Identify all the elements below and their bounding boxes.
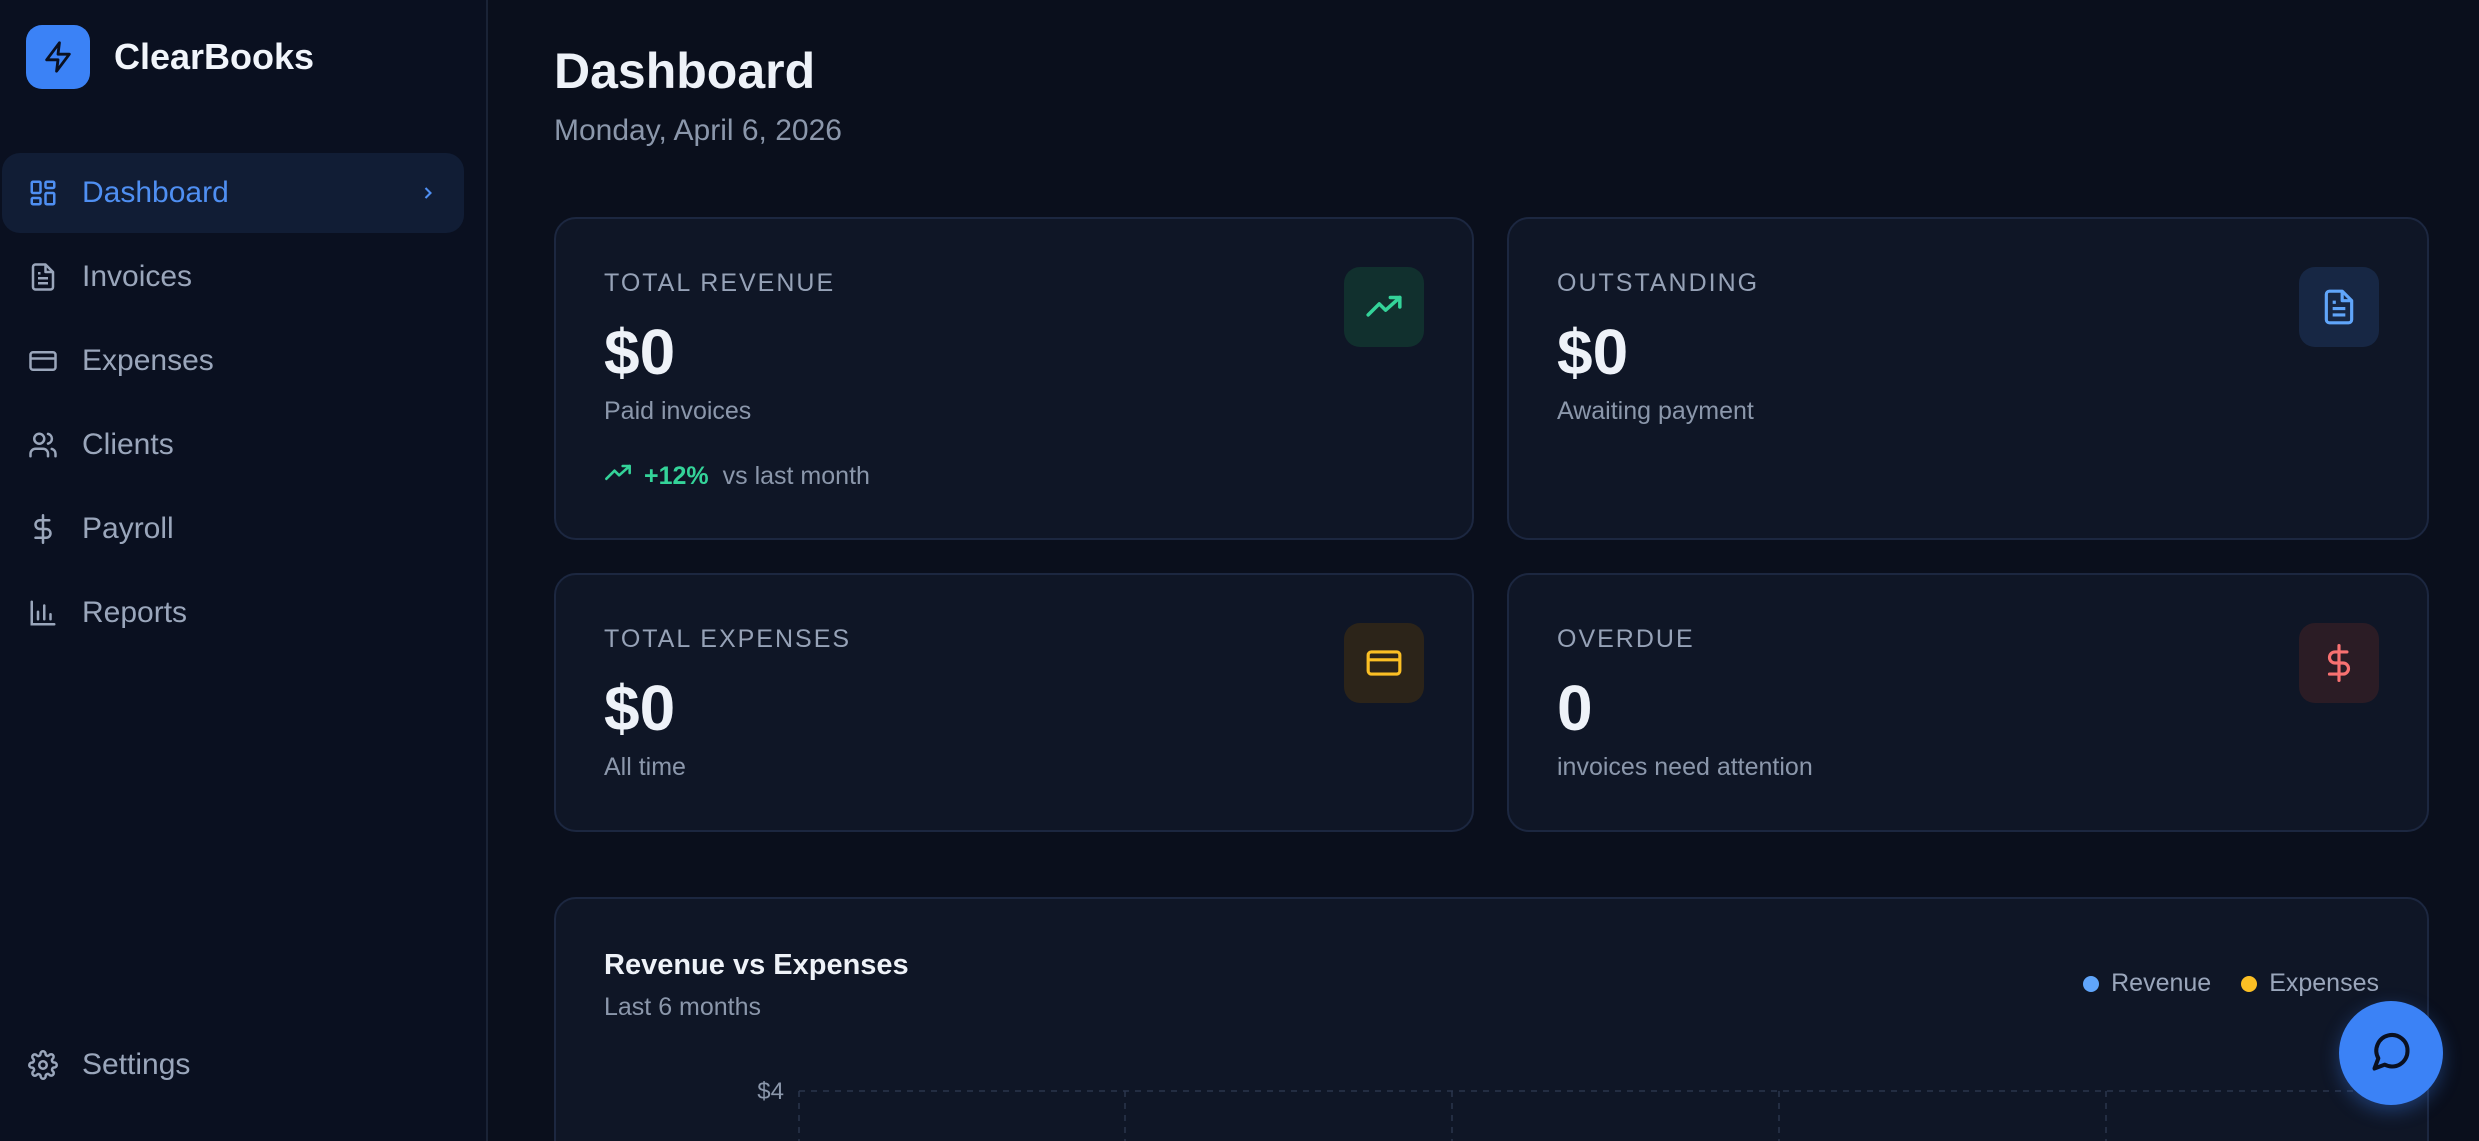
settings-area: Settings — [2, 1025, 464, 1109]
total-revenue-card: TOTAL REVENUE $0 Paid invoices +12% vs l… — [554, 217, 1474, 540]
trend-indicator: +12% vs last month — [604, 459, 870, 494]
gear-icon — [26, 1048, 60, 1082]
chart-title: Revenue vs Expenses — [604, 949, 909, 981]
legend-item-expenses[interactable]: Expenses — [2241, 969, 2379, 998]
sidebar-item-payroll[interactable]: Payroll — [2, 489, 464, 569]
card-label: TOTAL EXPENSES — [604, 625, 852, 653]
legend-dot — [2241, 975, 2258, 992]
app-root: ClearBooks Dashboard Invoices Expenses C… — [0, 0, 2479, 1141]
trending-up-icon — [1344, 267, 1424, 347]
dollar-icon — [26, 512, 60, 546]
main-content: Dashboard Monday, April 6, 2026 TOTAL RE… — [490, 0, 2479, 1141]
trending-up-icon — [604, 459, 632, 494]
chart-grid — [798, 1090, 2427, 1141]
dashboard-icon — [26, 176, 60, 210]
legend-label: Revenue — [2111, 969, 2212, 997]
page-title: Dashboard — [554, 43, 816, 99]
revenue-expenses-chart-card: Revenue vs Expenses Last 6 months Revenu… — [554, 897, 2429, 1141]
card-value: $0 — [604, 672, 676, 744]
sidebar-item-label: Settings — [82, 1048, 191, 1081]
sidebar-item-label: Payroll — [82, 512, 174, 545]
card-subtitle: Awaiting payment — [1557, 397, 1754, 425]
main-nav: Dashboard Invoices Expenses Clients Payr… — [2, 153, 464, 657]
legend-dot — [2083, 975, 2100, 992]
legend-item-revenue[interactable]: Revenue — [2083, 969, 2211, 998]
chart-plot: $4 — [757, 1078, 2427, 1141]
sidebar-item-expenses[interactable]: Expenses — [2, 321, 464, 401]
bar-chart-icon — [26, 596, 60, 630]
card-value: 0 — [1557, 672, 1593, 744]
page-date: Monday, April 6, 2026 — [554, 114, 842, 147]
file-text-icon — [26, 260, 60, 294]
users-icon — [26, 428, 60, 462]
trend-text: vs last month — [722, 462, 870, 490]
chart-subtitle: Last 6 months — [604, 993, 762, 1021]
sidebar-item-settings[interactable]: Settings — [2, 1025, 464, 1105]
overdue-card: OVERDUE 0 invoices need attention — [1507, 573, 2429, 832]
sidebar-item-reports[interactable]: Reports — [2, 573, 464, 653]
sidebar-item-label: Clients — [82, 428, 174, 461]
sidebar-item-label: Reports — [82, 596, 188, 629]
card-value: $0 — [1557, 316, 1629, 388]
y-tick-label: $4 — [757, 1078, 784, 1105]
lightning-icon — [26, 25, 90, 89]
sidebar-item-label: Dashboard — [82, 176, 229, 209]
card-label: TOTAL REVENUE — [604, 269, 836, 297]
card-subtitle: All time — [604, 753, 686, 781]
credit-card-icon — [1344, 623, 1424, 703]
total-expenses-card: TOTAL EXPENSES $0 All time — [554, 573, 1474, 832]
brand-name: ClearBooks — [114, 36, 315, 77]
file-text-icon — [2299, 267, 2379, 347]
sidebar-item-clients[interactable]: Clients — [2, 405, 464, 485]
outstanding-card: OUTSTANDING $0 Awaiting payment — [1507, 217, 2429, 540]
sidebar-item-label: Expenses — [82, 344, 214, 377]
sidebar-item-label: Invoices — [82, 260, 193, 293]
credit-card-icon — [26, 344, 60, 378]
trend-percent: +12% — [644, 462, 709, 490]
chevron-right-icon — [418, 183, 438, 203]
dollar-icon — [2299, 623, 2379, 703]
card-subtitle: invoices need attention — [1557, 753, 1813, 781]
brand[interactable]: ClearBooks — [26, 25, 314, 89]
chat-button[interactable] — [2339, 1001, 2443, 1105]
card-label: OVERDUE — [1557, 625, 1695, 653]
card-label: OUTSTANDING — [1557, 269, 1760, 297]
sidebar-item-invoices[interactable]: Invoices — [2, 237, 464, 317]
chat-icon — [2369, 1030, 2413, 1077]
card-value: $0 — [604, 316, 676, 388]
sidebar: ClearBooks Dashboard Invoices Expenses C… — [0, 0, 488, 1141]
legend-label: Expenses — [2269, 969, 2379, 997]
card-subtitle: Paid invoices — [604, 397, 752, 425]
chart-legend: Revenue Expenses — [2053, 969, 2379, 998]
sidebar-item-dashboard[interactable]: Dashboard — [2, 153, 464, 233]
